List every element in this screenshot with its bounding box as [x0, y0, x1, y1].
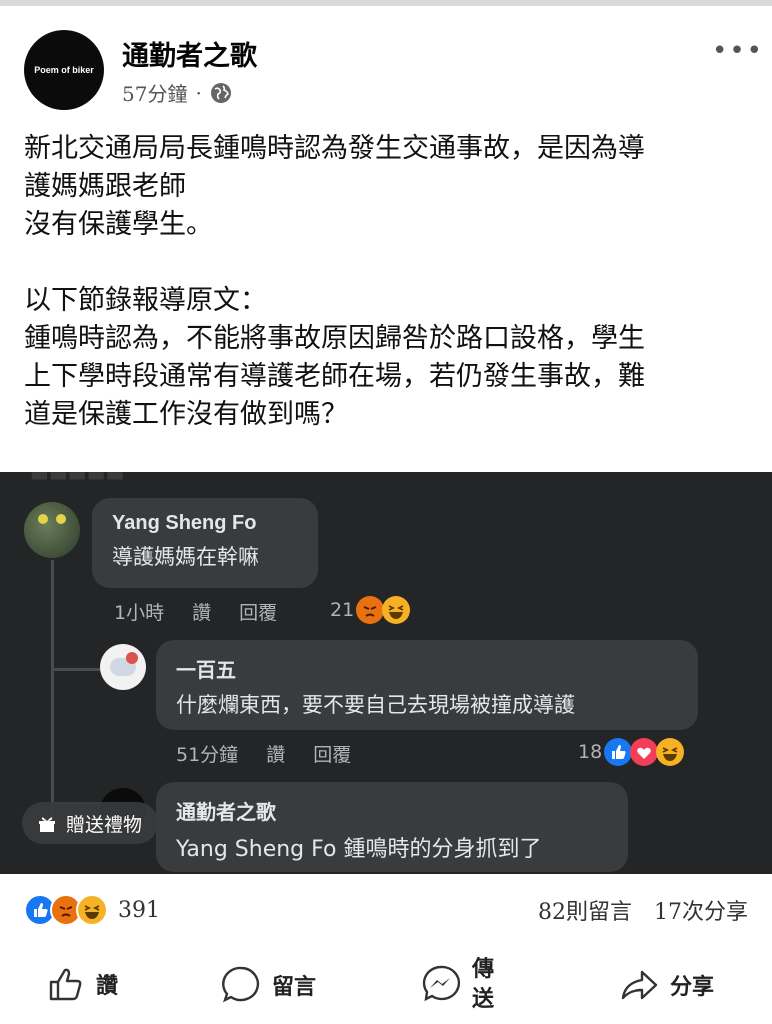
like-icon — [604, 738, 633, 766]
reply-bubble[interactable]: 一百五 什麼爛東西，要不要自己去現場被撞成導護 — [156, 640, 698, 730]
globe-icon — [210, 82, 231, 103]
share-button[interactable]: 分享 — [618, 964, 714, 1006]
send-button-label: 傳 送 — [472, 956, 495, 1012]
comment-time[interactable]: 1小時 — [114, 598, 164, 625]
messenger-icon — [422, 965, 461, 1002]
comment-screenshot: ▬▬▬▬▬ Yang Sheng Fo 導護媽媽在幹嘛 1小時 讚 回覆 21 … — [0, 472, 772, 874]
reaction-count: 18 — [578, 741, 603, 763]
comment-button-label: 留言 — [272, 974, 317, 1000]
gift-icon — [39, 817, 55, 832]
gift-label: 贈送禮物 — [66, 813, 143, 836]
comment-reactions[interactable]: 18 — [578, 738, 685, 766]
gift-button[interactable]: 贈送禮物 — [22, 802, 159, 844]
comment-actions: 1小時 讚 回覆 — [114, 598, 277, 625]
cropped-line: ▬▬▬▬▬ — [30, 472, 125, 486]
thumb-outline-icon — [49, 968, 82, 1001]
send-button[interactable]: 傳 送 — [420, 954, 494, 1014]
reaction-count: 21 — [330, 599, 355, 621]
comment-actions: 51分鐘 讚 回覆 — [176, 740, 351, 767]
comment-button[interactable]: 留言 — [220, 964, 316, 1006]
reply-bubble[interactable]: 通勤者之歌 Yang Sheng Fo 鍾鳴時的分身抓到了 — [156, 782, 628, 872]
like-button-label: 讚 — [96, 973, 119, 999]
commenter-avatar[interactable] — [24, 502, 80, 558]
comment-reactions[interactable]: 21 — [330, 596, 411, 624]
post-time[interactable]: 57分鐘 — [122, 78, 187, 107]
comment-text: 什麼爛東西，要不要自己去現場被撞成導護 — [176, 693, 575, 717]
like-button[interactable]: 讚 — [46, 964, 118, 1004]
comment-author[interactable]: Yang Sheng Fo — [112, 512, 298, 535]
comment-time[interactable]: 51分鐘 — [176, 740, 238, 767]
commenter-avatar[interactable] — [100, 644, 146, 690]
reaction-total: 391 — [118, 897, 160, 923]
like-link[interactable]: 讚 — [266, 740, 285, 767]
comment-author[interactable]: 一百五 — [176, 654, 678, 683]
shares-count-link[interactable]: 17次分享 — [654, 894, 748, 926]
comments-count-link[interactable]: 82則留言 — [538, 894, 632, 926]
comment-outline-icon — [222, 966, 260, 1003]
avatar-logo-text: Poem of biker — [34, 65, 94, 75]
like-link[interactable]: 讚 — [192, 598, 211, 625]
post-text: 新北交通局局長鍾鳴時認為發生交通事故，是因為導 護媽媽跟老師 沒有保護學生。 以… — [24, 133, 645, 430]
page-avatar[interactable]: Poem of biker — [24, 30, 104, 110]
reply-link[interactable]: 回覆 — [239, 598, 277, 625]
haha-icon — [76, 894, 108, 926]
action-bar: 讚 留言 傳 送 分享 — [0, 950, 772, 1024]
comment-bubble[interactable]: Yang Sheng Fo 導護媽媽在幹嘛 — [92, 498, 318, 588]
love-icon — [630, 738, 659, 766]
haha-icon — [382, 596, 411, 624]
thread-branch — [54, 668, 100, 671]
more-icon[interactable]: ••• — [712, 36, 764, 66]
comment-author[interactable]: 通勤者之歌 — [176, 796, 608, 825]
angry-icon — [356, 596, 385, 624]
share-button-label: 分享 — [670, 974, 715, 1000]
reaction-stats: 391 82則留言 17次分享 — [24, 890, 748, 930]
page-name[interactable]: 通勤者之歌 — [122, 34, 257, 73]
haha-icon — [656, 738, 685, 766]
post-meta: 57分鐘 · — [122, 78, 232, 107]
thread-line — [51, 560, 54, 830]
reaction-summary[interactable]: 391 — [24, 894, 160, 926]
comment-text: Yang Sheng Fo 鍾鳴時的分身抓到了 — [176, 837, 542, 862]
comment-text: 導護媽媽在幹嘛 — [112, 545, 259, 569]
share-outline-icon — [621, 970, 658, 1000]
meta-separator: · — [195, 80, 202, 105]
top-divider — [0, 0, 772, 6]
reply-link[interactable]: 回覆 — [313, 740, 351, 767]
